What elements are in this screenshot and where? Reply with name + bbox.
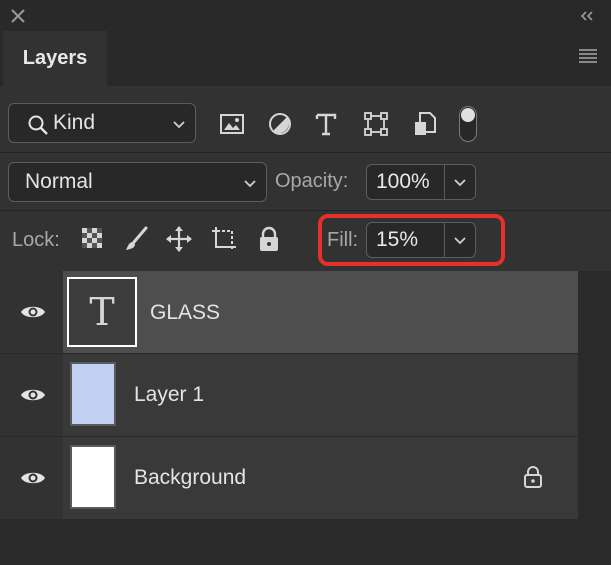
- fill-dropdown[interactable]: [445, 223, 475, 257]
- opacity-value[interactable]: 100%: [367, 170, 444, 194]
- collapse-panel-icon[interactable]: [578, 8, 596, 24]
- lock-transparency-icon[interactable]: [80, 226, 104, 250]
- fill-field[interactable]: 15%: [366, 222, 476, 258]
- type-filter-icon[interactable]: [312, 110, 340, 138]
- opacity-dropdown[interactable]: [445, 165, 475, 199]
- lock-icon[interactable]: [522, 465, 544, 489]
- layer-thumbnail: [70, 362, 116, 426]
- opacity-label: Opacity:: [275, 170, 349, 192]
- opacity-field[interactable]: 100%: [366, 164, 476, 200]
- lock-label: Lock:: [12, 229, 60, 251]
- image-filter-icon[interactable]: [218, 110, 246, 138]
- eye-icon[interactable]: [20, 303, 46, 321]
- chevron-down-icon: [454, 237, 466, 245]
- filter-kind-select[interactable]: Kind: [8, 103, 196, 143]
- lock-all-icon[interactable]: [255, 225, 283, 253]
- type-layer-icon: T: [89, 290, 115, 334]
- eye-icon[interactable]: [20, 469, 46, 487]
- panel-menu-icon[interactable]: [578, 48, 598, 64]
- fill-value[interactable]: 15%: [367, 228, 444, 252]
- close-icon[interactable]: [10, 8, 26, 24]
- layer-row-layer-1[interactable]: Layer 1: [0, 354, 578, 436]
- chevron-down-icon: [244, 180, 256, 188]
- filter-kind-label: Kind: [53, 111, 96, 134]
- layer-name[interactable]: Background: [134, 466, 246, 490]
- tab-bar: Layers: [0, 31, 611, 86]
- blend-row: Normal Opacity: 100%: [0, 153, 611, 211]
- visibility-column: [0, 437, 63, 519]
- layers-list: T GLASS Layer 1 Background: [0, 271, 611, 565]
- smart-object-filter-icon[interactable]: [411, 110, 439, 138]
- blend-mode-select[interactable]: Normal: [8, 162, 267, 202]
- lock-pixels-brush-icon[interactable]: [122, 225, 150, 253]
- filter-toggle[interactable]: [459, 106, 477, 142]
- visibility-column: [0, 354, 63, 436]
- eye-icon[interactable]: [20, 386, 46, 404]
- layer-name[interactable]: Layer 1: [134, 383, 204, 407]
- blend-mode-label: Normal: [25, 170, 93, 193]
- fill-label: Fill:: [327, 229, 359, 251]
- toggle-knob: [461, 108, 475, 122]
- shape-filter-icon[interactable]: [362, 110, 390, 138]
- panel-titlebar: [0, 0, 611, 31]
- layer-thumbnail: [70, 445, 116, 509]
- layer-row-background[interactable]: Background: [0, 437, 578, 519]
- chevron-down-icon: [173, 121, 185, 129]
- filter-row: Kind: [0, 86, 611, 158]
- search-icon: [28, 115, 48, 135]
- layer-name[interactable]: GLASS: [150, 301, 220, 325]
- layer-thumbnail-type: T: [67, 277, 137, 347]
- chevron-down-icon: [454, 179, 466, 187]
- layer-row-glass[interactable]: T GLASS: [0, 271, 578, 353]
- tab-layers[interactable]: Layers: [3, 31, 107, 86]
- lock-artboard-icon[interactable]: [210, 225, 238, 253]
- visibility-column: [0, 271, 63, 353]
- lock-row: Lock: Fill: 15%: [0, 211, 611, 271]
- adjustment-filter-icon[interactable]: [266, 110, 294, 138]
- lock-position-move-icon[interactable]: [165, 225, 193, 253]
